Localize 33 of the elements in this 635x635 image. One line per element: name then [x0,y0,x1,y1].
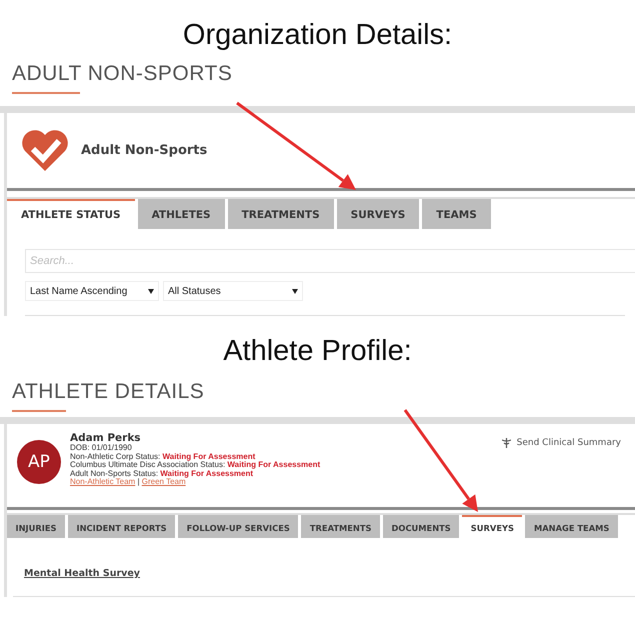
dropdown[interactable]: All Statuses [163,281,303,301]
status-line: Columbus Ultimate Disc Association Status: Waiting For Assessment [70,461,322,470]
team-link[interactable]: Non-Athletic Team [70,477,136,486]
tab[interactable]: ATHLETES [138,199,225,229]
tab[interactable]: TREATMENTS [228,199,334,229]
heart-check-logo [21,128,69,172]
organization-name: Adult Non-Sports [81,143,208,158]
tab[interactable]: DOCUMENTS [383,515,460,538]
status-line: Adult Non-Sports Status: Waiting For Assessment [70,470,254,478]
page-heading: ADULT NON-SPORTS [12,62,232,87]
avatar: AP [17,440,61,484]
separator: | [136,477,141,486]
survey-link[interactable]: Mental Health Survey [24,568,635,596]
section-caption: Athlete Profile: [222,334,413,368]
section-caption: Organization Details: [182,18,454,52]
birth-date: DOB: 01/01/1990 [70,444,133,452]
tab[interactable]: MANAGE TEAMS [525,515,618,538]
dropdown[interactable]: Last Name Ascending [25,281,159,301]
search-field[interactable]: Search... [25,249,635,273]
tab[interactable]: INJURIES [7,515,65,538]
tab[interactable]: TEAMS [422,199,491,229]
tab[interactable]: TREATMENTS [301,515,380,538]
tab[interactable]: FOLLOW-UP SERVICES [178,515,298,538]
dropdown-caret-icon [148,288,154,294]
tab[interactable]: INCIDENT REPORTS [68,515,176,538]
athlete-name: Adam Perks [70,432,142,444]
send-summary-link[interactable]: Send Clinical Summary [516,438,621,448]
status-line: Non-Athletic Corp Status: Waiting For Assessment [70,452,256,461]
dropdown-caret-icon [292,288,298,294]
tab[interactable]: SURVEYS [336,199,420,229]
caduceus-icon [502,438,511,448]
team-link[interactable]: Green Team [142,477,186,486]
page-heading: ATHLETE DETAILS [12,380,204,405]
